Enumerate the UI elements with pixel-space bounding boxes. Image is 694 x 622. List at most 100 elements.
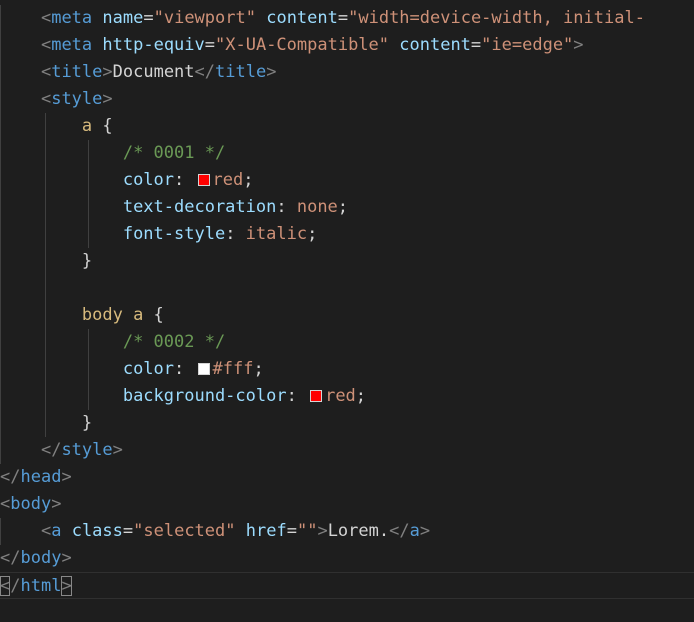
code-line[interactable]: <meta http-equiv="X-UA-Compatible" conte…: [0, 32, 694, 59]
code-token: "selected": [133, 521, 236, 541]
code-token: >: [573, 35, 584, 55]
code-token: background-color: [122, 386, 287, 406]
code-token: /: [10, 576, 21, 596]
code-line[interactable]: <meta name="viewport" content="width=dev…: [0, 5, 694, 32]
code-line[interactable]: </style>: [0, 437, 694, 464]
code-token: font-style: [122, 224, 226, 244]
code-token: red: [325, 386, 356, 406]
code-token: body: [10, 494, 52, 514]
code-token: <: [40, 8, 52, 28]
code-line[interactable]: }: [0, 248, 694, 275]
code-token: "width=device-width, initial-: [348, 8, 645, 28]
code-line[interactable]: body a {: [0, 302, 694, 329]
code-token: Lorem.: [327, 521, 390, 541]
code-token: </: [40, 440, 62, 460]
code-token: <: [40, 89, 52, 109]
code-token: a: [409, 521, 420, 541]
code-token: =: [204, 35, 216, 55]
code-line[interactable]: }: [0, 410, 694, 437]
code-line[interactable]: </body>: [0, 545, 694, 572]
color-swatch-icon[interactable]: [197, 174, 210, 186]
code-token: >: [61, 548, 72, 568]
code-token: italic: [245, 224, 308, 244]
code-token: ;: [355, 386, 367, 406]
code-line[interactable]: <a class="selected" href="">Lorem.</a>: [0, 518, 694, 545]
code-line[interactable]: [0, 275, 694, 302]
code-line[interactable]: <body>: [0, 491, 694, 518]
color-swatch-icon[interactable]: [310, 390, 323, 402]
code-token: ;: [243, 170, 254, 190]
code-token: >: [61, 576, 72, 596]
code-line[interactable]: /* 0002 */: [0, 329, 694, 356]
code-token: text-decoration: [122, 197, 277, 217]
code-token: http-equiv: [102, 35, 205, 55]
code-token: body: [20, 548, 62, 568]
code-token: =: [470, 35, 482, 55]
code-token: </: [0, 467, 21, 487]
code-token: <: [40, 521, 52, 541]
code-token: "X-UA-Compatible": [215, 35, 390, 55]
code-line[interactable]: font-style: italic;: [0, 221, 694, 248]
code-token: "viewport": [153, 8, 256, 28]
code-line[interactable]: </head>: [0, 464, 694, 491]
code-token: ;: [253, 359, 264, 379]
code-token: ;: [307, 224, 318, 244]
code-token: {: [143, 305, 164, 325]
code-line[interactable]: /* 0001 */: [0, 140, 694, 167]
code-token: #fff: [212, 359, 254, 379]
code-line[interactable]: a {: [0, 113, 694, 140]
code-line[interactable]: background-color: red;: [0, 383, 694, 410]
code-token: </: [0, 548, 21, 568]
code-token: <: [0, 576, 11, 596]
code-token: meta: [51, 35, 93, 55]
code-token: :: [174, 170, 195, 190]
code-token: <: [0, 494, 11, 514]
code-token: :: [225, 224, 246, 244]
code-line[interactable]: color: red;: [0, 167, 694, 194]
code-token: ;: [337, 197, 349, 217]
code-token: }: [81, 251, 93, 271]
code-token: head: [20, 467, 62, 487]
code-token: "": [296, 521, 318, 541]
code-token: {: [92, 116, 113, 136]
code-token: /* 0002 */: [122, 332, 226, 352]
code-line[interactable]: </html>: [0, 572, 694, 599]
code-token: >: [61, 467, 72, 487]
code-token: href: [245, 521, 287, 541]
code-token: >: [102, 62, 113, 82]
code-token: >: [266, 62, 277, 82]
code-token: meta: [51, 8, 93, 28]
code-token: content: [399, 35, 471, 55]
code-line[interactable]: color: #fff;: [0, 356, 694, 383]
code-token: none: [296, 197, 338, 217]
code-token: a: [81, 116, 93, 136]
code-line[interactable]: <style>: [0, 86, 694, 113]
code-line[interactable]: <title>Document</title>: [0, 59, 694, 86]
code-line[interactable]: text-decoration: none;: [0, 194, 694, 221]
code-token: title: [215, 62, 267, 82]
code-token: name: [102, 8, 144, 28]
color-swatch-icon[interactable]: [197, 363, 210, 375]
code-token: :: [286, 386, 308, 406]
code-token: </: [194, 62, 216, 82]
code-editor[interactable]: <meta name="viewport" content="width=dev…: [0, 0, 694, 622]
code-token: }: [81, 413, 93, 433]
code-token: =: [143, 8, 154, 28]
code-token: /* 0001 */: [122, 143, 226, 163]
